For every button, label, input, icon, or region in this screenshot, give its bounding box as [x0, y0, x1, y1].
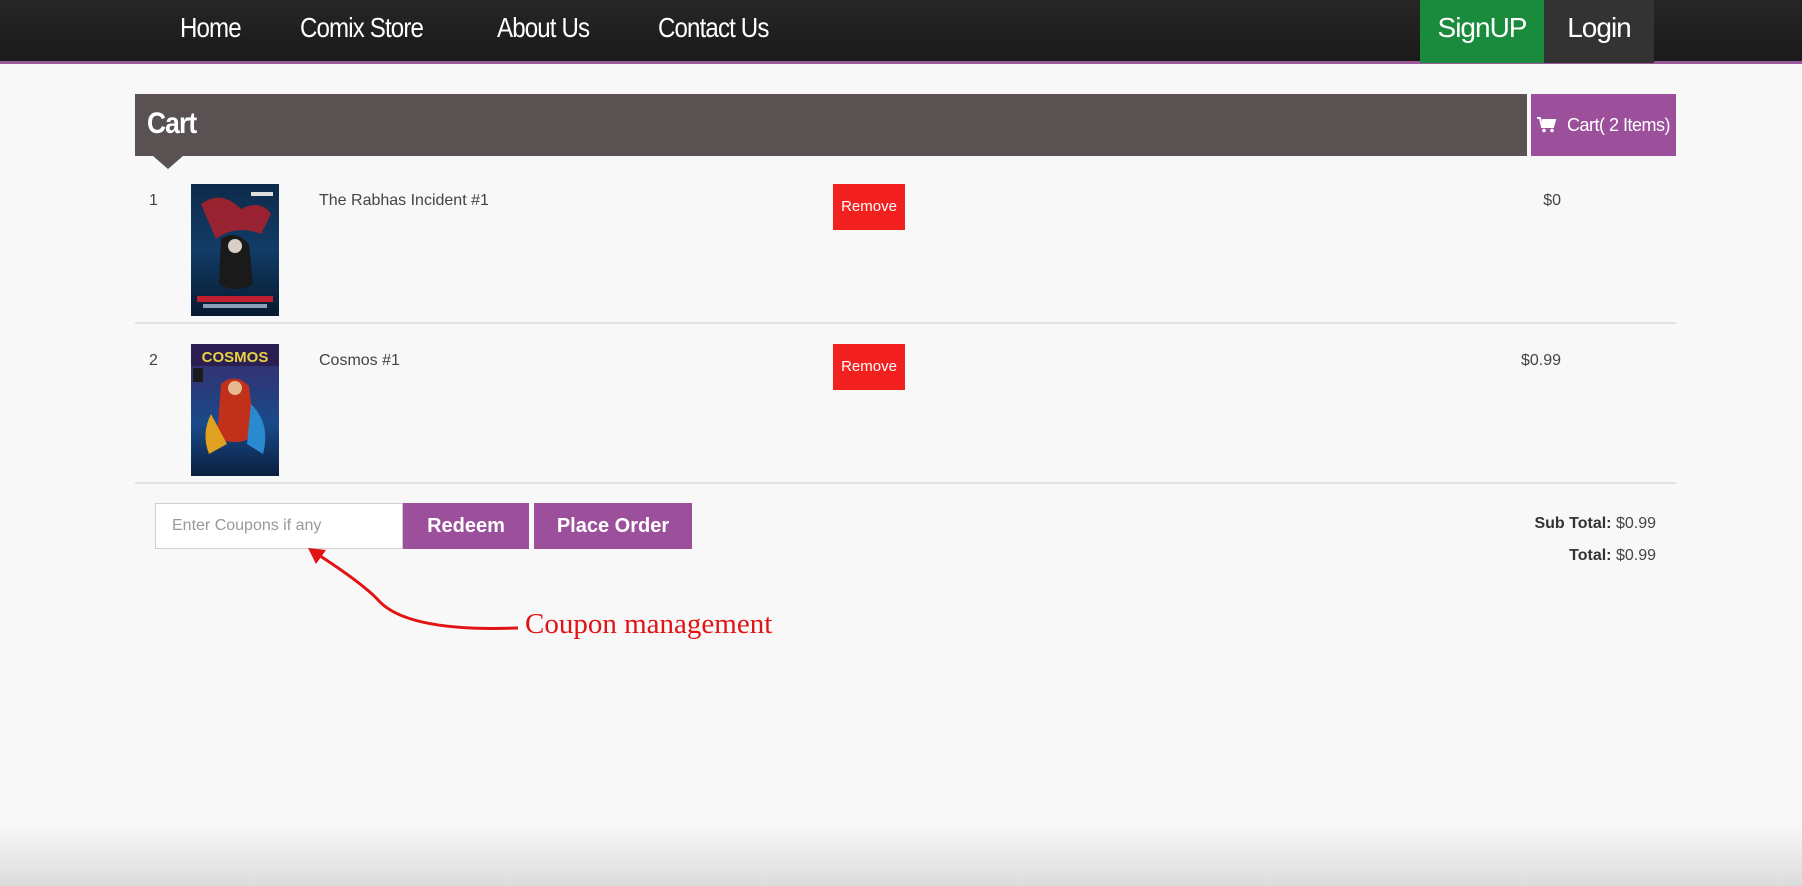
- place-order-button[interactable]: Place Order: [534, 503, 692, 549]
- comic-cover-thumbnail[interactable]: COSMOS: [191, 344, 279, 476]
- comic-cover-thumbnail[interactable]: [191, 184, 279, 316]
- cart-icon: [1536, 117, 1557, 133]
- total-label: Total:: [1569, 547, 1612, 564]
- item-name[interactable]: Cosmos #1: [319, 352, 400, 370]
- nav-about-us[interactable]: About Us: [497, 0, 590, 56]
- login-button[interactable]: Login: [1544, 0, 1654, 63]
- total-value: $0.99: [1615, 547, 1656, 564]
- annotation-label: Coupon management: [525, 608, 773, 640]
- subtotal-value: $0.99: [1615, 515, 1656, 532]
- signup-button[interactable]: SignUP: [1420, 0, 1544, 63]
- cart-row: 1 The Rabhas Incident #1 Remove $0: [135, 164, 1676, 324]
- nav-auth: SignUP Login: [1420, 0, 1654, 63]
- remove-button[interactable]: Remove: [833, 344, 905, 390]
- nav-contact-us[interactable]: Contact Us: [658, 0, 769, 56]
- nav-home[interactable]: Home: [180, 0, 242, 56]
- cart-row: 2 COSMOS Cosmos #1 Remove $0.99: [135, 324, 1676, 484]
- total-line: Total: $0.99: [1534, 540, 1656, 572]
- item-index: 1: [149, 192, 158, 209]
- subtotal-line: Sub Total: $0.99: [1534, 508, 1656, 540]
- cart-header: Cart: [135, 94, 1527, 169]
- order-totals: Sub Total: $0.99 Total: $0.99: [1534, 508, 1656, 572]
- item-price: $0: [1543, 192, 1561, 209]
- item-index: 2: [149, 352, 158, 369]
- cart-count-button[interactable]: Cart( 2 Items): [1531, 94, 1676, 156]
- annotation-arrow-icon: [308, 548, 519, 630]
- remove-button[interactable]: Remove: [833, 184, 905, 230]
- nav-comix-store[interactable]: Comix Store: [300, 0, 424, 56]
- bottom-fade: [0, 826, 1802, 886]
- subtotal-label: Sub Total:: [1534, 515, 1612, 532]
- item-price: $0.99: [1520, 352, 1561, 369]
- cart-title: Cart: [147, 107, 197, 140]
- svg-text:COSMOS: COSMOS: [202, 349, 269, 366]
- top-navbar: Home Comix Store About Us Contact Us Sig…: [0, 0, 1802, 64]
- nav-links: Home Comix Store About Us Contact Us: [180, 0, 841, 56]
- cart-count-label: Cart( 2 Items): [1566, 114, 1671, 135]
- item-name[interactable]: The Rabhas Incident #1: [319, 192, 489, 210]
